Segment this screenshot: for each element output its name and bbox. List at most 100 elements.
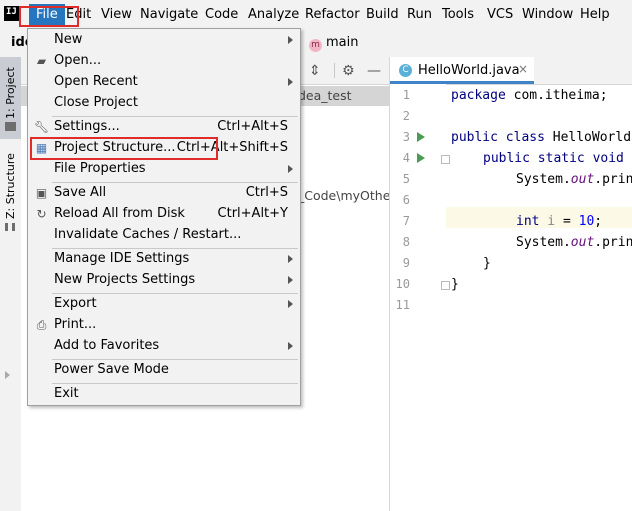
menu-code[interactable]: Code	[205, 7, 238, 22]
code-editor: C HelloWorld.java × 1 2 3 4 5 6 7 8 9 10…	[389, 57, 632, 511]
branch-breadcrumb[interactable]: m main	[309, 35, 358, 52]
line-number: 7	[402, 214, 410, 228]
menu-item-power-save-mode[interactable]: Power Save Mode	[28, 360, 300, 381]
save-icon: ▣	[35, 186, 48, 200]
menu-item-label: Invalidate Caches / Restart...	[54, 227, 242, 242]
submenu-arrow-icon	[288, 255, 293, 263]
menu-item-label: Export	[54, 296, 97, 311]
submenu-arrow-icon	[288, 165, 293, 173]
intellij-logo-icon: IJ	[4, 6, 19, 21]
tab-structure[interactable]: Z: Structure	[0, 147, 21, 237]
tab-structure-label: Z: Structure	[4, 153, 17, 219]
run-class-icon[interactable]	[417, 132, 425, 142]
editor-tab-label: HelloWorld.java	[418, 63, 520, 78]
menu-refactor[interactable]: Refactor	[305, 7, 360, 22]
run-main-icon[interactable]	[417, 153, 425, 163]
menu-navigate[interactable]: Navigate	[140, 7, 198, 22]
branch-label: main	[326, 35, 359, 50]
menu-item-shortcut: Ctrl+S	[245, 185, 288, 200]
menu-item-manage-ide-settings[interactable]: Manage IDE Settings	[28, 249, 300, 270]
line-number: 4	[402, 151, 410, 165]
menu-item-exit[interactable]: Exit	[28, 384, 300, 405]
code-line[interactable]: }	[451, 277, 459, 292]
submenu-arrow-icon	[288, 36, 293, 44]
fold-icon[interactable]	[441, 281, 450, 290]
reload-icon: ↻	[36, 207, 47, 221]
left-tool-strip: 1: Project Z: Structure	[0, 57, 22, 511]
code-line[interactable]: public class HelloWorld	[451, 130, 631, 145]
menu-item-label: File Properties	[54, 161, 146, 176]
menu-item-new[interactable]: New	[28, 30, 300, 51]
code-line[interactable]: public static void	[483, 151, 624, 166]
menu-run[interactable]: Run	[407, 7, 432, 22]
wrench-icon: 🔧︎	[34, 120, 50, 134]
code-line[interactable]: System.out.prin	[516, 172, 632, 187]
gear-icon[interactable]: ⚙	[342, 63, 355, 79]
menu-vcs[interactable]: VCS	[487, 7, 513, 22]
menu-item-label: Power Save Mode	[54, 362, 169, 377]
folder-icon	[5, 122, 16, 131]
submenu-arrow-icon	[288, 276, 293, 284]
menu-tools[interactable]: Tools	[442, 7, 474, 22]
expand-arrow-icon[interactable]	[5, 371, 10, 379]
line-number: 1	[402, 88, 410, 102]
project-structure-icon: ▦	[35, 141, 48, 155]
code-line[interactable]: System.out.prin	[516, 235, 632, 250]
menu-item-shortcut: Ctrl+Alt+Y	[217, 206, 288, 221]
menu-item-label: Print...	[54, 317, 97, 332]
divider	[334, 63, 335, 78]
menu-view[interactable]: View	[101, 7, 132, 22]
menu-item-project-structure[interactable]: ▦ Project Structure... Ctrl+Alt+Shift+S	[28, 138, 300, 159]
line-number: 9	[402, 256, 410, 270]
menu-item-label: Exit	[54, 386, 79, 401]
menu-item-shortcut: Ctrl+Alt+S	[217, 119, 288, 134]
menu-edit[interactable]: Edit	[66, 7, 91, 22]
menu-bar: IJ File Edit View Navigate Code Analyze …	[0, 0, 632, 29]
tab-project[interactable]: 1: Project	[0, 57, 21, 139]
menu-build[interactable]: Build	[366, 7, 399, 22]
menu-item-label: Manage IDE Settings	[54, 251, 190, 266]
menu-item-close-project[interactable]: Close Project	[28, 93, 300, 114]
menu-item-reload-all[interactable]: ↻ Reload All from Disk Ctrl+Alt+Y	[28, 204, 300, 225]
code-line[interactable]: int i = 10;	[516, 214, 602, 229]
hide-panel-icon[interactable]: —	[367, 63, 381, 79]
menu-window[interactable]: Window	[522, 7, 573, 22]
java-class-icon: C	[399, 64, 412, 77]
submenu-arrow-icon	[288, 78, 293, 86]
menu-item-label: Add to Favorites	[54, 338, 160, 353]
menu-item-add-to-favorites[interactable]: Add to Favorites	[28, 336, 300, 357]
menu-analyze[interactable]: Analyze	[248, 7, 299, 22]
close-tab-icon[interactable]: ×	[518, 62, 528, 76]
menu-item-new-projects-settings[interactable]: New Projects Settings	[28, 270, 300, 291]
line-number: 5	[402, 172, 410, 186]
menu-item-open[interactable]: ▰ Open...	[28, 51, 300, 72]
submenu-arrow-icon	[288, 300, 293, 308]
menu-item-open-recent[interactable]: Open Recent	[28, 72, 300, 93]
menu-file[interactable]: File	[29, 4, 65, 25]
collapse-all-icon[interactable]: ⇕	[309, 63, 321, 79]
menu-help[interactable]: Help	[580, 7, 610, 22]
tree-node-label: dea_test	[298, 88, 352, 103]
menu-item-save-all[interactable]: ▣ Save All Ctrl+S	[28, 183, 300, 204]
menu-item-export[interactable]: Export	[28, 294, 300, 315]
menu-item-label: Settings...	[54, 119, 120, 134]
menu-item-label: Project Structure...	[54, 140, 176, 155]
menu-item-file-properties[interactable]: File Properties	[28, 159, 300, 180]
editor-tab-helloworld[interactable]: C HelloWorld.java ×	[390, 57, 534, 84]
menu-item-print[interactable]: ⎙ Print...	[28, 315, 300, 336]
menu-item-settings[interactable]: 🔧︎ Settings... Ctrl+Alt+S	[28, 117, 300, 138]
menu-item-label: Save All	[54, 185, 107, 200]
menu-item-label: New Projects Settings	[54, 272, 196, 287]
print-icon: ⎙	[36, 318, 47, 332]
editor-gutter: 1 2 3 4 5 6 7 8 9 10 11	[390, 84, 450, 511]
code-line[interactable]: }	[483, 256, 491, 271]
module-icon: m	[309, 39, 322, 52]
line-number: 6	[402, 193, 410, 207]
file-menu-dropdown: New ▰ Open... Open Recent Close Project …	[27, 28, 301, 406]
fold-icon[interactable]	[441, 155, 450, 164]
menu-item-invalidate-caches[interactable]: Invalidate Caches / Restart...	[28, 225, 300, 246]
code-line[interactable]: package com.itheima;	[451, 88, 608, 103]
line-number: 2	[402, 109, 410, 123]
menu-item-label: Reload All from Disk	[54, 206, 185, 221]
menu-item-shortcut: Ctrl+Alt+Shift+S	[176, 140, 288, 155]
